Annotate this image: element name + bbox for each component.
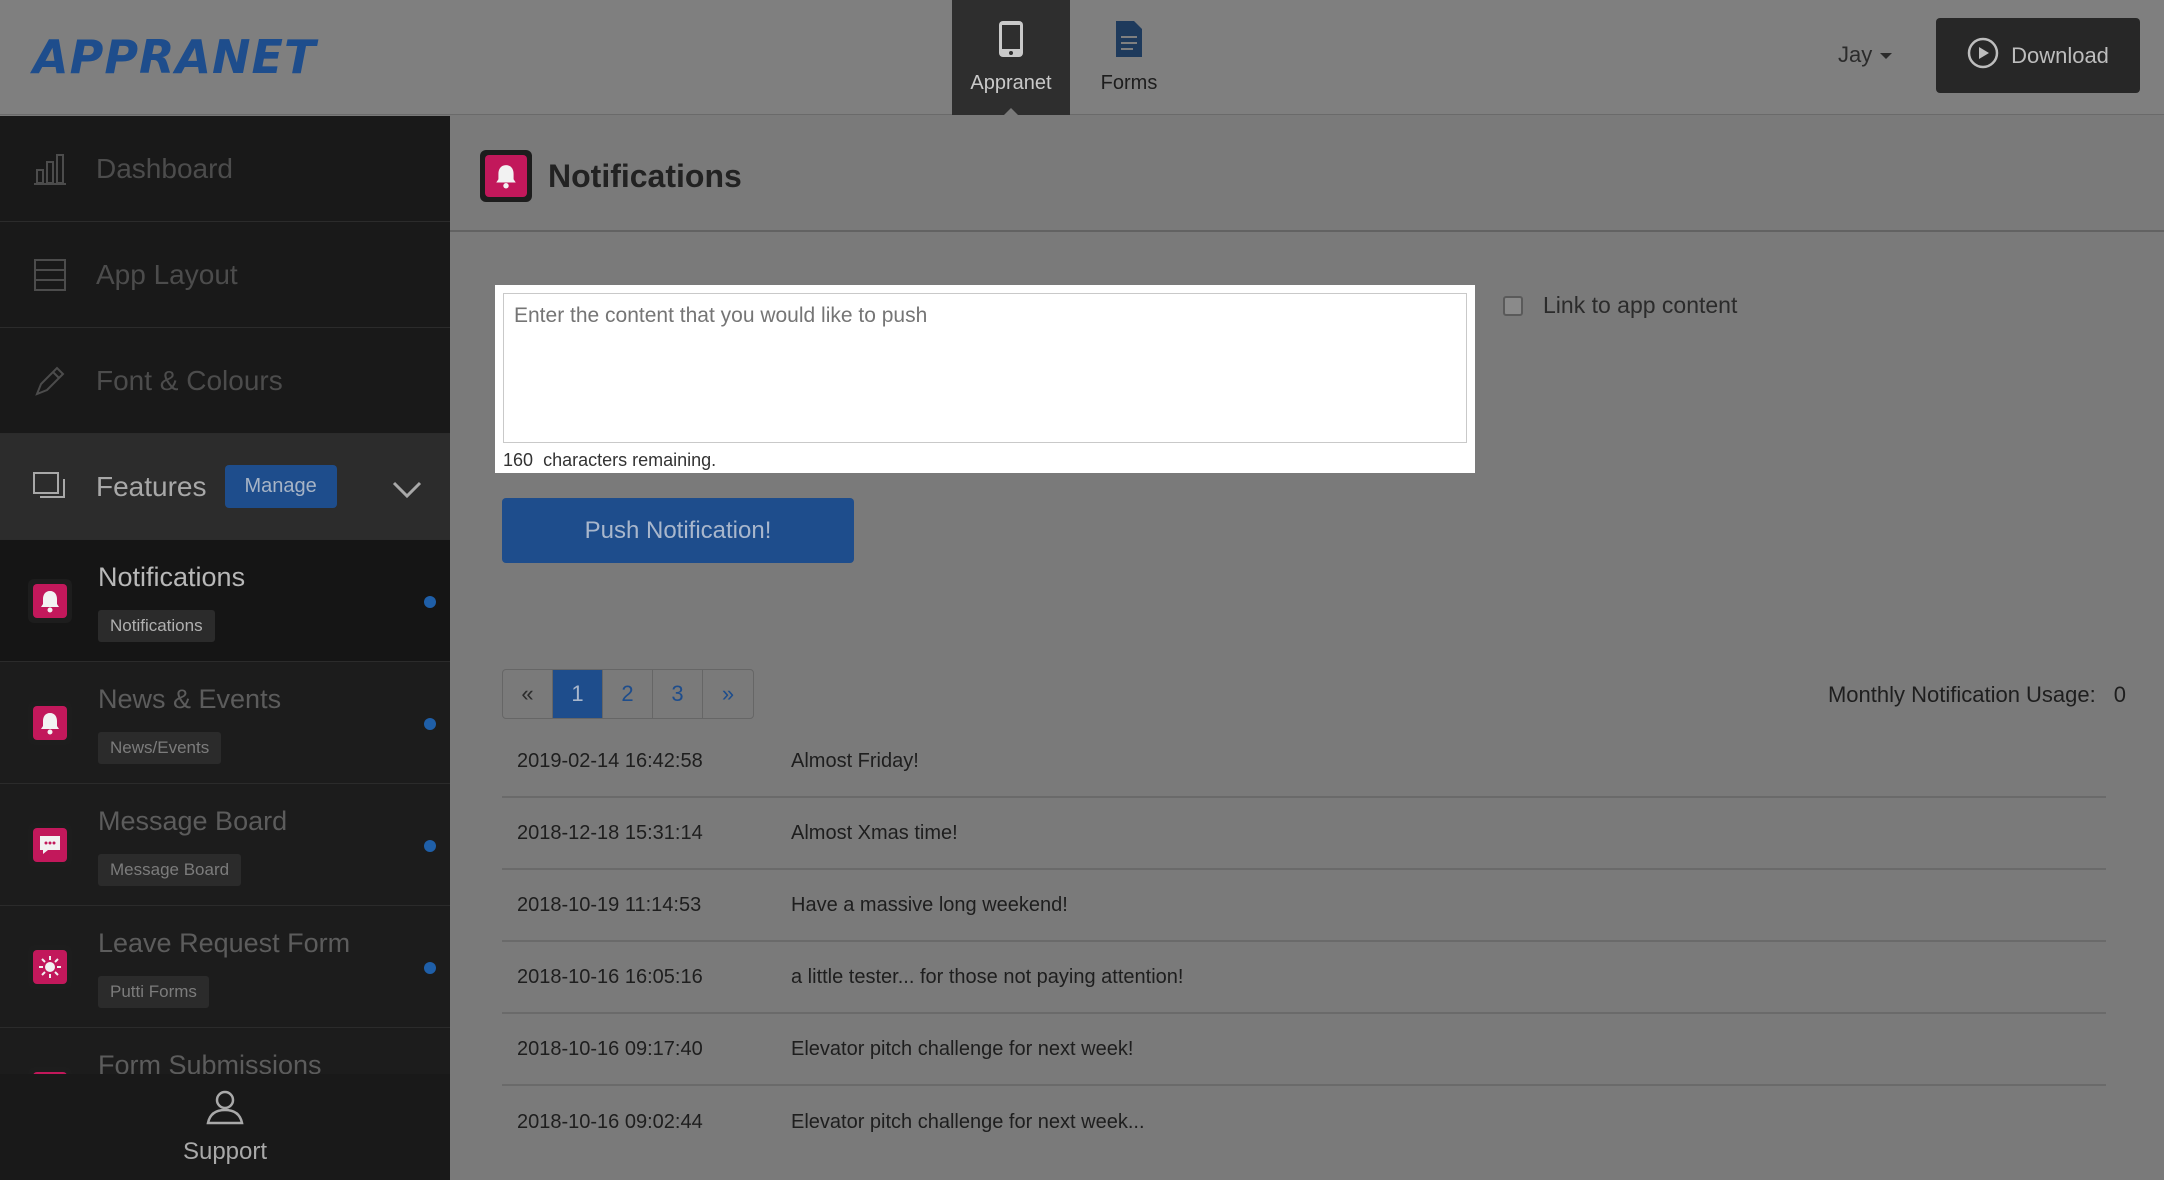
chevron-down-icon[interactable] xyxy=(392,474,422,506)
sidebar-item-label: App Layout xyxy=(96,258,238,290)
pagination-page[interactable]: 2 xyxy=(603,670,653,718)
top-bar: APPRANET Appranet Forms Jay Download xyxy=(0,0,2164,116)
sidebar-item-app-layout[interactable]: App Layout xyxy=(0,222,450,328)
chart-icon xyxy=(30,152,70,186)
sidebar: Dashboard App Layout Font & Colours Feat… xyxy=(0,116,450,1180)
pagination-page[interactable]: 3 xyxy=(653,670,703,718)
sidebar-item-dashboard[interactable]: Dashboard xyxy=(0,116,450,222)
pagination: « 1 2 3 » xyxy=(502,669,754,719)
link-to-app-content[interactable]: Link to app content xyxy=(1503,292,1737,319)
main-content: Notifications 160 characters remaining. … xyxy=(450,116,2164,1180)
history-message: Almost Friday! xyxy=(791,749,919,772)
top-nav: Appranet Forms xyxy=(952,0,1188,116)
link-content-checkbox[interactable] xyxy=(1503,295,1523,316)
sun-icon xyxy=(28,945,72,989)
document-icon xyxy=(1114,20,1144,64)
history-message: Almost Xmas time! xyxy=(791,821,958,844)
feature-title: Notifications xyxy=(98,562,246,592)
topnav-forms[interactable]: Forms xyxy=(1070,0,1188,115)
support-button[interactable]: Support xyxy=(0,1074,450,1180)
pagination-prev[interactable]: « xyxy=(503,670,553,718)
sidebar-item-font-colours[interactable]: Font & Colours xyxy=(0,328,450,434)
history-date: 2018-10-16 09:17:40 xyxy=(517,1037,703,1060)
history-message: Elevator pitch challenge for next week! xyxy=(791,1037,1134,1060)
topnav-appranet[interactable]: Appranet xyxy=(952,0,1070,116)
play-circle-icon xyxy=(1967,37,1999,75)
monthly-usage: Monthly Notification Usage: 0 xyxy=(1828,682,2126,708)
chars-remaining-value: 160 xyxy=(503,450,534,470)
feature-tag: Putti Forms xyxy=(98,976,209,1008)
history-date: 2018-10-16 09:02:44 xyxy=(517,1110,703,1133)
feature-item-leave-request-form[interactable]: Leave Request Form Putti Forms xyxy=(0,906,450,1028)
app-logo[interactable]: APPRANET xyxy=(33,30,316,84)
feature-item-news-events[interactable]: News & Events News/Events xyxy=(0,662,450,784)
bell-icon xyxy=(28,579,72,623)
feature-item-message-board[interactable]: Message Board Message Board xyxy=(0,784,450,906)
push-notification-button[interactable]: Push Notification! xyxy=(502,498,854,563)
page-title: Notifications xyxy=(548,157,742,194)
pencil-icon xyxy=(30,364,70,398)
feature-tag: Notifications xyxy=(98,610,215,642)
user-icon xyxy=(205,1089,245,1132)
page-header: Notifications xyxy=(480,150,742,202)
support-label: Support xyxy=(182,1137,268,1165)
chat-icon xyxy=(28,823,72,867)
user-name: Jay xyxy=(1838,42,1873,67)
chars-remaining-label: characters remaining. xyxy=(543,450,717,470)
char-counter: 160 characters remaining. xyxy=(503,450,1467,471)
link-content-label: Link to app content xyxy=(1543,292,1738,318)
feature-tag: News/Events xyxy=(98,732,222,764)
history-row: 2019-02-14 16:42:58 Almost Friday! xyxy=(502,726,2106,798)
caret-down-icon xyxy=(1880,53,1893,60)
status-dot xyxy=(424,596,436,608)
status-dot xyxy=(424,718,436,730)
pagination-page[interactable]: 1 xyxy=(553,670,603,718)
layout-icon xyxy=(30,258,70,292)
feature-title: Leave Request Form xyxy=(98,928,351,958)
feature-item-notifications[interactable]: Notifications Notifications xyxy=(0,540,450,662)
sidebar-item-label: Dashboard xyxy=(96,152,233,184)
history-message: Have a massive long weekend! xyxy=(791,893,1068,916)
usage-value: 0 xyxy=(2113,682,2126,707)
history-row: 2018-12-18 15:31:14 Almost Xmas time! xyxy=(502,798,2106,870)
download-label: Download xyxy=(2011,42,2109,68)
feature-title: Message Board xyxy=(98,806,288,836)
notification-content-input[interactable] xyxy=(503,293,1467,443)
compose-panel: 160 characters remaining. xyxy=(495,285,1475,473)
history-date: 2018-10-16 16:05:16 xyxy=(517,965,703,988)
history-row: 2018-10-16 16:05:16 a little tester... f… xyxy=(502,942,2106,1014)
sidebar-item-label: Font & Colours xyxy=(96,364,283,396)
divider xyxy=(450,230,2164,232)
history-row: 2018-10-16 09:17:40 Elevator pitch chall… xyxy=(502,1014,2106,1086)
history-message: Elevator pitch challenge for next week..… xyxy=(791,1110,1145,1133)
phone-icon xyxy=(998,20,1024,64)
status-dot xyxy=(424,962,436,974)
history-date: 2019-02-14 16:42:58 xyxy=(517,749,703,772)
download-button[interactable]: Download xyxy=(1936,18,2140,93)
history-row: 2018-10-19 11:14:53 Have a massive long … xyxy=(502,870,2106,942)
history-message: a little tester... for those not paying … xyxy=(791,965,1184,988)
sidebar-item-features[interactable]: Features Manage xyxy=(0,434,450,540)
bell-icon xyxy=(480,150,532,202)
feature-tag: Message Board xyxy=(98,854,242,886)
features-label: Features xyxy=(96,470,207,502)
user-menu[interactable]: Jay xyxy=(1838,42,1893,68)
status-dot xyxy=(424,840,436,852)
windows-icon xyxy=(30,471,70,503)
bell-icon xyxy=(28,701,72,745)
notification-history: 2019-02-14 16:42:58 Almost Friday! 2018-… xyxy=(502,726,2106,1158)
pagination-next[interactable]: » xyxy=(703,670,753,718)
history-date: 2018-12-18 15:31:14 xyxy=(517,821,703,844)
topnav-label: Forms xyxy=(1100,72,1158,94)
feature-title: News & Events xyxy=(98,684,282,714)
manage-button[interactable]: Manage xyxy=(224,465,337,508)
history-date: 2018-10-19 11:14:53 xyxy=(517,893,702,916)
usage-label: Monthly Notification Usage: xyxy=(1827,682,2096,707)
history-row: 2018-10-16 09:02:44 Elevator pitch chall… xyxy=(502,1086,2106,1158)
topnav-label: Appranet xyxy=(970,72,1052,94)
